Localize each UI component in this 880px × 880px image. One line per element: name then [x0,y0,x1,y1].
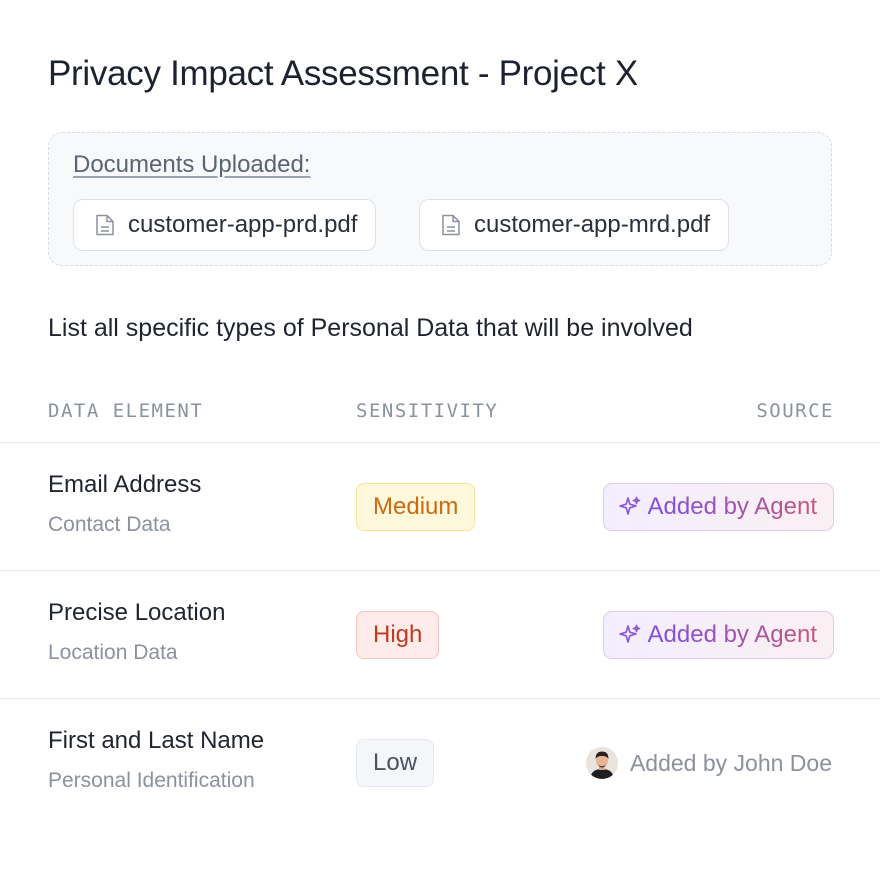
column-header-data-element: DATA ELEMENT [48,400,204,422]
sensitivity-badge[interactable]: Low [356,739,435,787]
person-icon [585,747,618,779]
table-row[interactable]: Email Address Contact Data Medium Added … [0,443,880,571]
sparkle-icon [618,624,640,643]
data-element-name: Email Address [48,471,202,498]
column-header-source: SOURCE [756,400,834,422]
source-label: Added by Agent [647,493,817,520]
sparkle-icon [618,496,640,515]
document-icon [96,214,114,236]
table-row[interactable]: First and Last Name Personal Identificat… [0,699,880,827]
document-chip-name: customer-app-mrd.pdf [474,211,711,238]
page-title: Privacy Impact Assessment - Project X [48,54,638,93]
document-chip-prd[interactable]: customer-app-prd.pdf [73,199,377,251]
document-chip-name: customer-app-prd.pdf [128,211,358,238]
sensitivity-badge[interactable]: Medium [356,483,476,531]
source-label: Added by Agent [647,621,817,648]
sensitivity-badge[interactable]: High [356,611,440,659]
document-chip-mrd[interactable]: customer-app-mrd.pdf [419,199,730,251]
source-user: Added by John Doe [585,743,832,783]
table-row[interactable]: Precise Location Location Data High Adde… [0,571,880,699]
column-header-sensitivity: SENSITIVITY [356,400,499,422]
source-label: Added by John Doe [629,749,832,776]
data-element-category: Location Data [48,641,178,664]
documents-label: Documents Uploaded: [73,151,311,178]
data-element-category: Personal Identification [48,769,255,792]
source-badge-agent: Added by Agent [602,611,834,659]
documents-panel: Documents Uploaded: customer-app-prd.pdf… [48,132,832,266]
section-prompt: List all specific types of Personal Data… [48,314,693,342]
document-icon [442,214,460,236]
data-element-name: First and Last Name [48,727,265,754]
page: Privacy Impact Assessment - Project X Do… [0,0,880,880]
avatar [585,747,618,779]
data-element-name: Precise Location [48,599,226,626]
data-element-category: Contact Data [48,513,171,536]
source-badge-agent: Added by Agent [602,483,834,531]
